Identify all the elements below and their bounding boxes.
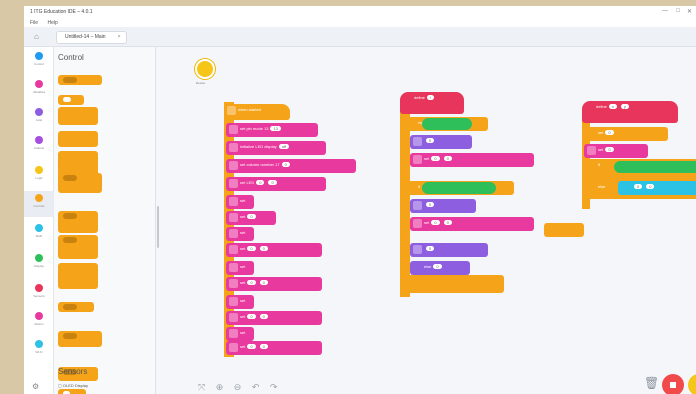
script-block[interactable]: set 0 0 (226, 311, 322, 325)
palette-block[interactable] (58, 389, 86, 394)
script-block[interactable]: set 0 0 (226, 243, 322, 257)
device-label: Device (196, 81, 206, 85)
canvas-toolbar: ⤧ ⊕ ⊖ ↶ ↷ (198, 382, 285, 393)
category-dot-icon (35, 136, 43, 144)
script-block[interactable]: set 0 (584, 144, 648, 158)
script-block[interactable]: set 0 0 (226, 341, 322, 355)
device-icon[interactable] (195, 59, 215, 79)
fit-icon[interactable]: ⤧ (198, 382, 205, 392)
define-function-block[interactable]: define i (400, 92, 464, 114)
script-block[interactable]: set (226, 295, 254, 309)
script-block[interactable]: else 0 (410, 261, 470, 275)
undo-icon[interactable]: ↶ (252, 382, 260, 392)
category-dot-icon (35, 340, 43, 348)
palette-block[interactable] (58, 211, 98, 233)
tab-bar: ⌂ Untitled-14 – Main × (24, 27, 696, 47)
category-dot-icon (35, 224, 43, 232)
script-block[interactable]: set (226, 195, 254, 209)
tab-close-icon[interactable]: × (118, 34, 121, 40)
category-logic[interactable]: Logic (24, 163, 54, 189)
script-block[interactable]: set pin mode 13 13 (226, 123, 318, 137)
script-block[interactable]: 0 (410, 135, 472, 149)
function-footer (400, 275, 504, 293)
category-column: Control Variables Lists Arduino Logic Co… (24, 47, 54, 394)
menu-help[interactable]: Help (47, 20, 57, 26)
category-math[interactable]: Math (24, 221, 54, 247)
palette-block[interactable] (58, 75, 102, 85)
palette-sensor-item[interactable]: ▢ OLED Display (58, 383, 88, 388)
script-block[interactable]: initialize LED display off (226, 141, 326, 155)
when-started-block[interactable]: when started (224, 104, 290, 120)
menu-file[interactable]: File (30, 20, 38, 26)
category-dot-icon (35, 312, 43, 320)
category-dot-icon (35, 284, 43, 292)
editor-tab[interactable]: Untitled-14 – Main × (56, 31, 127, 44)
redo-icon[interactable]: ↷ (270, 382, 278, 392)
palette-block[interactable] (58, 173, 102, 193)
home-icon[interactable]: ⌂ (34, 32, 39, 41)
condition-hex[interactable] (422, 182, 496, 194)
category-variables[interactable]: Variables (24, 77, 54, 103)
script-canvas[interactable]: Device when started set pin mode 13 13 in… (160, 47, 696, 394)
palette-title: Control (58, 53, 84, 62)
palette-block[interactable] (58, 95, 84, 105)
script-block[interactable]: set 0 0 (410, 153, 534, 167)
category-wifi[interactable]: Wi-Fi (24, 337, 54, 363)
category-control[interactable]: Control (24, 49, 54, 75)
category-display[interactable]: Display (24, 251, 54, 277)
category-motors[interactable]: Motors (24, 309, 54, 335)
stop-icon (670, 382, 676, 388)
menu-bar: File Help (24, 18, 696, 27)
maximize-icon[interactable]: □ (676, 8, 680, 14)
script-block[interactable]: 0 (410, 243, 488, 257)
stop-button[interactable] (662, 374, 684, 394)
script-block[interactable]: set LED 0 0 (226, 177, 326, 191)
category-lists[interactable]: Lists (24, 105, 54, 131)
category-dot-icon (35, 108, 43, 116)
block-palette: Control (54, 47, 156, 394)
script-block[interactable]: set 0 (226, 211, 276, 225)
script-block[interactable]: set (226, 227, 254, 241)
app-window: 1 ITG Education IDE – 4.0.1 — □ ✕ File H… (24, 6, 696, 394)
settings-gear-icon[interactable]: ⚙ (32, 382, 39, 391)
window-title: 1 ITG Education IDE – 4.0.1 (30, 9, 93, 15)
trash-icon[interactable]: 🗑 (644, 376, 659, 390)
condition-hex[interactable] (614, 161, 696, 173)
script-block[interactable]: set 0 (584, 127, 668, 141)
category-dot-icon (35, 52, 43, 60)
category-sensors[interactable]: Sensors (24, 281, 54, 307)
script-block[interactable]: set 0 0 (226, 277, 322, 291)
palette-scrollbar[interactable] (157, 206, 159, 248)
category-arduino[interactable]: Arduino (24, 133, 54, 159)
zoom-out-icon[interactable]: ⊖ (234, 382, 242, 392)
palette-block[interactable] (58, 107, 98, 125)
palette-block[interactable] (58, 302, 94, 312)
minimize-icon[interactable]: — (662, 8, 668, 14)
script-block[interactable]: set column number 17 0 (226, 159, 356, 173)
title-bar: 1 ITG Education IDE – 4.0.1 — □ ✕ (24, 6, 696, 18)
run-button[interactable] (688, 374, 696, 394)
zoom-in-icon[interactable]: ⊕ (216, 382, 224, 392)
tab-label: Untitled-14 – Main (65, 34, 106, 40)
category-dot-icon (35, 80, 43, 88)
script-block[interactable]: 0 (410, 199, 476, 213)
category-dot-icon (35, 194, 43, 202)
script-block[interactable]: set (226, 327, 254, 341)
script-block[interactable]: set (226, 261, 254, 275)
palette-block[interactable] (58, 263, 98, 289)
function-spine (400, 102, 410, 297)
math-reporter[interactable]: 00 (618, 181, 696, 195)
category-controls[interactable]: Controls (24, 191, 54, 217)
palette-block[interactable] (58, 331, 102, 347)
category-dot-icon (35, 254, 43, 262)
script-block[interactable]: set 0 0 (410, 217, 534, 231)
loose-block[interactable] (544, 223, 584, 237)
palette-sensors-title: Sensors (58, 367, 88, 376)
define-right-block[interactable]: define x y (582, 101, 678, 123)
close-icon[interactable]: ✕ (687, 8, 692, 15)
palette-block[interactable] (58, 131, 98, 147)
palette-block[interactable] (58, 235, 98, 259)
category-dot-icon (35, 166, 43, 174)
condition-hex[interactable] (422, 118, 472, 130)
